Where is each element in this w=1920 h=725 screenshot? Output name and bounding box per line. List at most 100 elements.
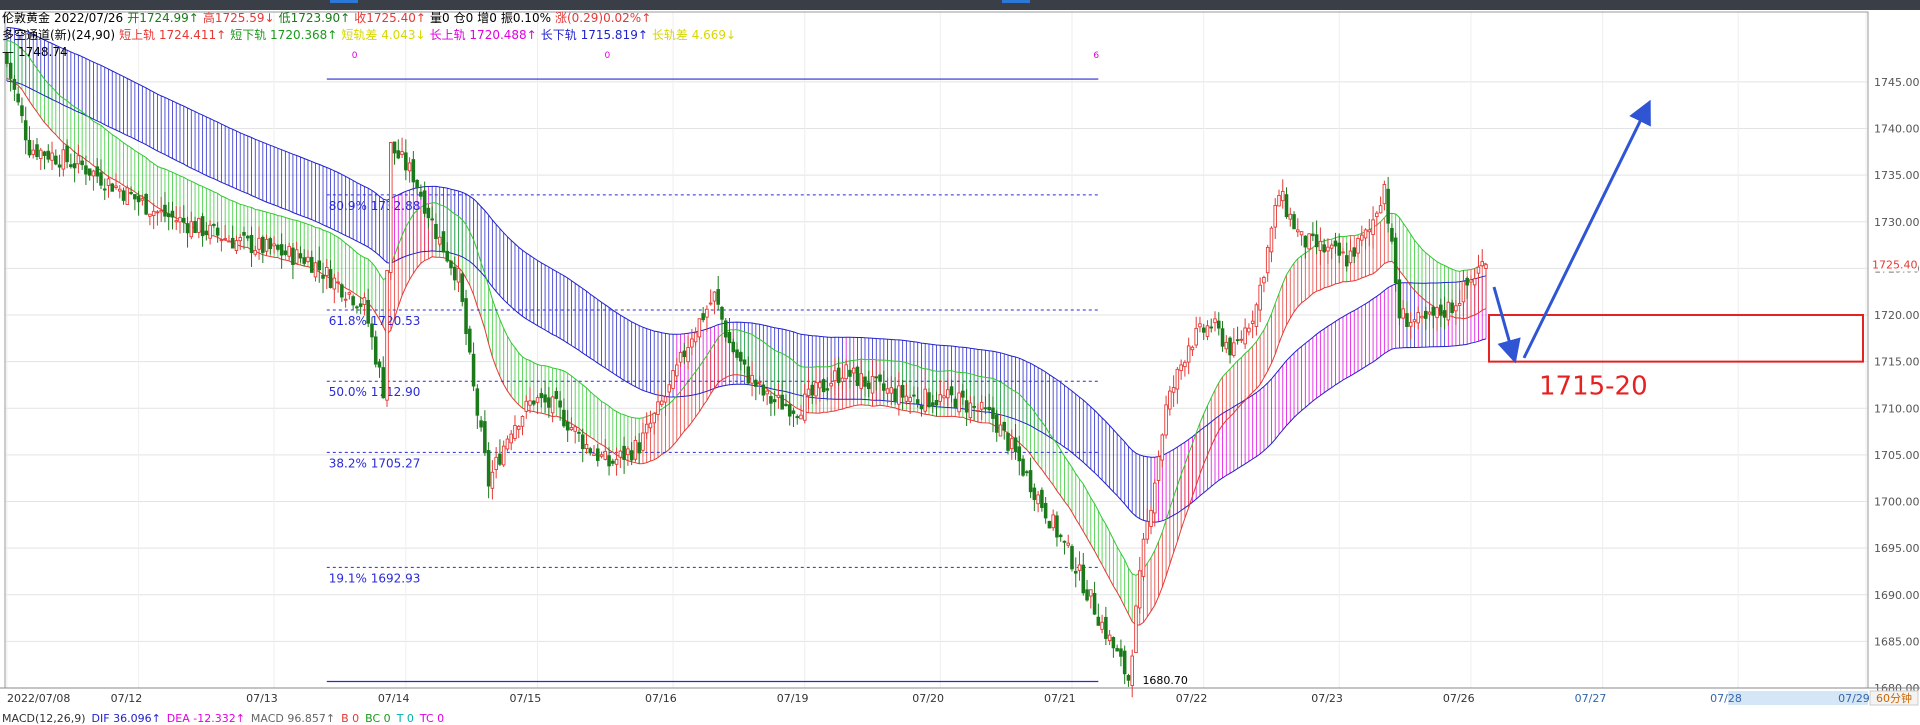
candle-body <box>1175 368 1180 390</box>
candle-body <box>682 350 687 358</box>
candle-body <box>1010 438 1014 450</box>
candle-body <box>603 450 608 460</box>
candle-body <box>1066 542 1070 546</box>
candle-body <box>170 210 175 218</box>
candle-body <box>618 450 623 458</box>
candle-body <box>580 434 585 450</box>
candle-body <box>396 150 401 159</box>
candle-body <box>456 268 461 283</box>
candle-body <box>1469 279 1473 283</box>
candle-body <box>731 341 736 353</box>
low-value: 低1723.90↑ <box>278 11 351 25</box>
candle-body <box>253 250 258 255</box>
candle-body <box>701 313 705 321</box>
candle-body <box>1262 277 1266 284</box>
candle-body <box>942 395 946 399</box>
x-tick-label: 07/27 <box>1575 692 1607 705</box>
candle-body <box>742 359 747 365</box>
candle-body <box>91 170 96 177</box>
candle-body <box>870 375 875 394</box>
price-chart[interactable]: 1680.001685.001690.001695.001700.001705.… <box>0 0 1920 720</box>
candle-body <box>787 404 792 417</box>
candle-body <box>279 244 284 256</box>
candle-body <box>110 183 115 192</box>
candle-body <box>957 392 961 413</box>
candle-body <box>1375 212 1379 218</box>
top-value-dash: — <box>2 45 14 59</box>
candle-body <box>851 367 856 374</box>
candle-body <box>452 266 457 281</box>
candle-body <box>1439 304 1443 316</box>
x-tick-label: 07/16 <box>645 692 677 705</box>
candle-body <box>1149 509 1153 527</box>
candle-body <box>125 187 130 205</box>
amplitude-value: 振0.10% <box>500 11 551 25</box>
candle-body <box>754 379 758 387</box>
fib-marker: 6 <box>1093 51 1099 61</box>
annotation-box <box>1487 314 1865 363</box>
candle-body <box>1217 320 1221 329</box>
candle-body <box>795 416 800 419</box>
candle-body <box>479 420 483 428</box>
candle-body <box>513 425 517 439</box>
candle-body <box>686 347 690 363</box>
candle-body <box>1318 240 1323 251</box>
candle-body <box>878 374 882 382</box>
candle-body <box>362 297 367 305</box>
candle-body <box>938 394 943 402</box>
candle-body <box>501 445 506 466</box>
candle-body <box>1062 540 1067 543</box>
candle-body <box>54 155 58 165</box>
candle-body <box>1186 345 1191 363</box>
candle-body <box>803 393 807 421</box>
candle-body <box>276 244 280 250</box>
candle-body <box>908 396 912 403</box>
candle-body <box>543 394 547 403</box>
candle-body <box>1344 255 1349 267</box>
candle-body <box>204 230 209 236</box>
candle-body <box>358 303 363 307</box>
candle-body <box>1164 404 1168 436</box>
candle-body <box>644 423 649 434</box>
candle-body <box>652 412 656 424</box>
candle-body <box>629 450 634 461</box>
candle-body <box>197 217 201 233</box>
candle-body <box>1465 277 1469 286</box>
candle-body <box>607 455 611 467</box>
candle-body <box>675 364 679 377</box>
candle-body <box>697 318 702 338</box>
short-upper-line <box>6 40 1487 576</box>
candle-body <box>351 296 355 306</box>
candle-body <box>1314 234 1319 248</box>
candle-body <box>42 151 47 156</box>
candle-body <box>215 227 220 236</box>
candle-body <box>208 224 212 239</box>
candle-body <box>799 414 803 420</box>
candle-body <box>509 433 513 444</box>
candle-body <box>949 386 954 396</box>
candle-body <box>490 471 495 489</box>
candle-body <box>1213 318 1217 324</box>
candle-body <box>946 389 950 399</box>
y-tick-label: 1735.00 <box>1874 169 1920 182</box>
candle-body <box>1058 534 1063 538</box>
candle-body <box>38 149 43 159</box>
short-upper-rail: 短上轨 1724.411↑ <box>119 28 227 42</box>
candle-body <box>317 260 322 271</box>
candle-body <box>562 409 566 427</box>
candle-body <box>1111 636 1116 649</box>
candle-body <box>189 221 194 238</box>
candle-body <box>1484 264 1488 269</box>
candle-body <box>377 361 382 368</box>
candle-body <box>291 247 295 265</box>
candle-body <box>219 239 224 242</box>
candle-body <box>144 193 148 215</box>
header-indicator-line: 多空通道(新)(24,90) 短上轨 1724.411↑ 短下轨 1720.368↑… <box>2 28 740 42</box>
candle-body <box>1085 589 1089 601</box>
candle-body <box>735 349 739 358</box>
candle-body <box>1348 250 1353 264</box>
candle-body <box>614 458 619 465</box>
candle-body <box>212 224 216 226</box>
candle-body <box>400 151 404 156</box>
candle-body <box>1156 456 1161 481</box>
